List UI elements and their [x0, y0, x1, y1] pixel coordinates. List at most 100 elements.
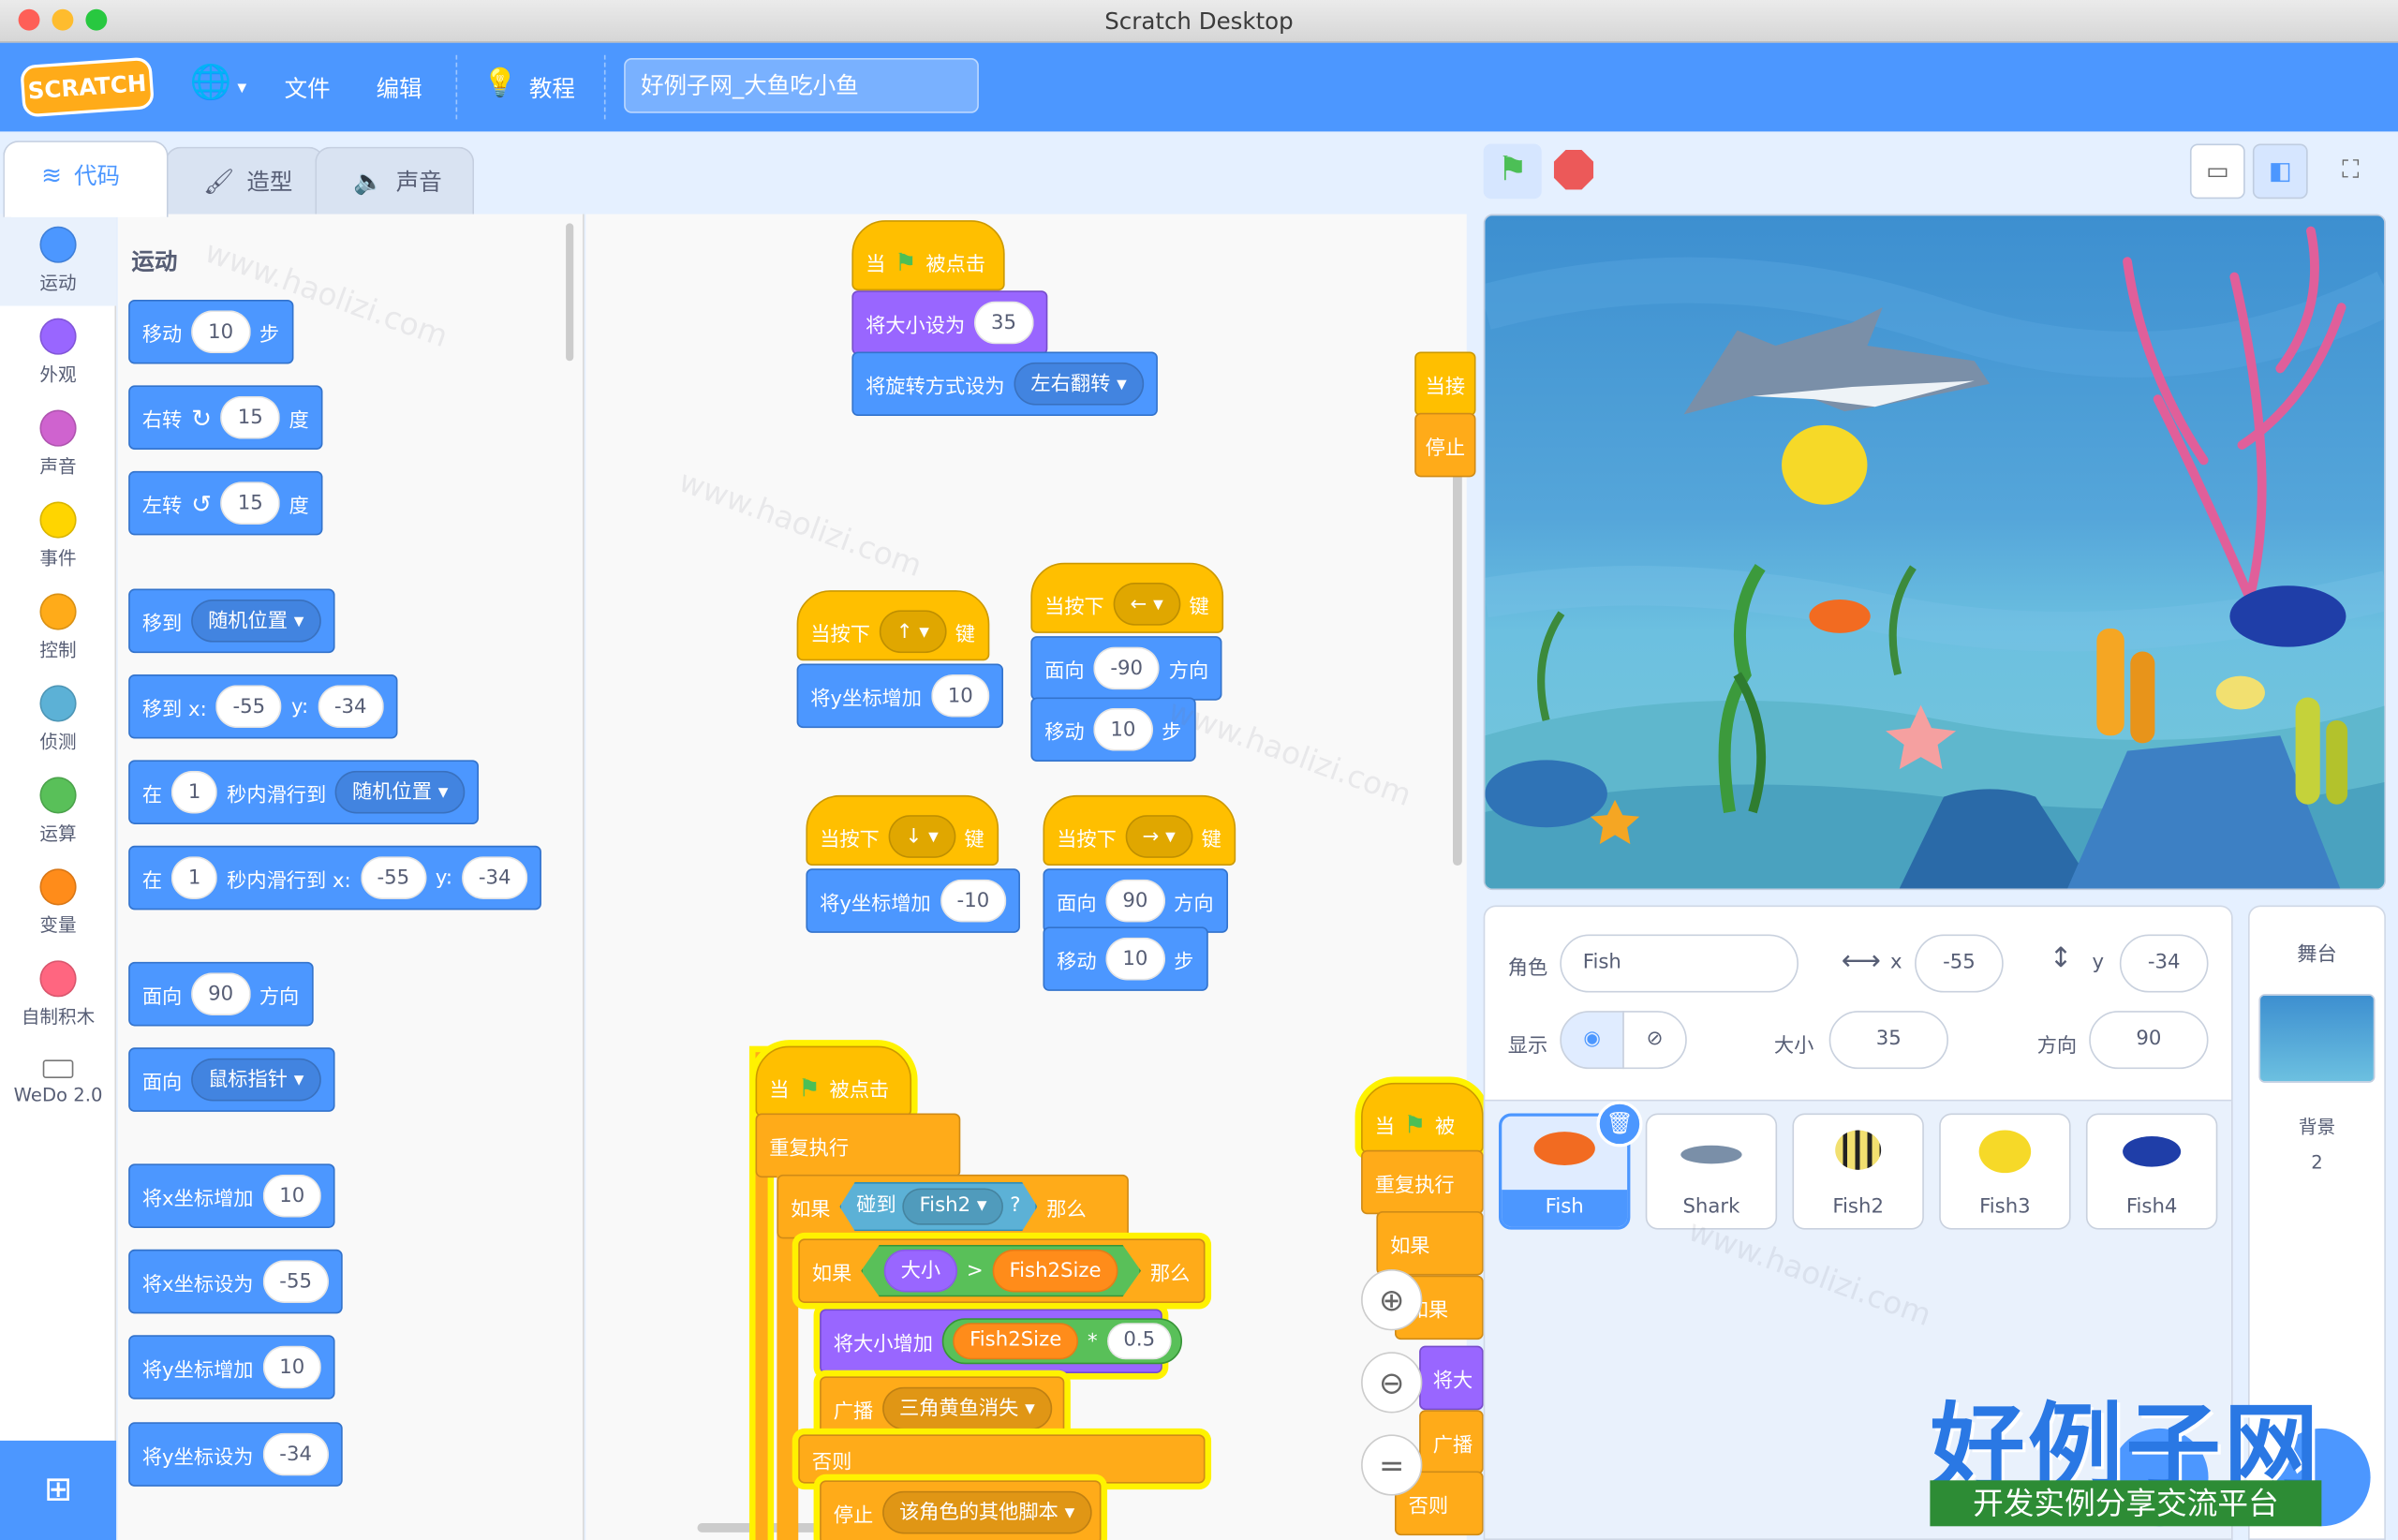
sprite-name-input[interactable]: Fish	[1560, 934, 1798, 993]
show-label: 显示	[1507, 1035, 1548, 1059]
block-set-x[interactable]: 将x坐标设为 -55	[128, 1249, 343, 1314]
category-wedo[interactable]: WeDo 2.0	[0, 1047, 116, 1139]
when-down-key-pressed-hat[interactable]: 当按下↓键	[806, 794, 999, 866]
category-control[interactable]: 控制	[0, 581, 116, 673]
sprite-tile-fish3[interactable]: Fish3	[1939, 1113, 2071, 1230]
tab-code[interactable]: ≋ 代码	[3, 141, 169, 217]
blue-tang-sprite	[2229, 585, 2346, 647]
category-events[interactable]: 事件	[0, 489, 116, 581]
when-flag-clicked-hat[interactable]: 当 ⚑ 被点击	[851, 220, 1005, 291]
menu-edit[interactable]: 编辑	[377, 72, 422, 104]
sprite-direction-input[interactable]: 90	[2089, 1011, 2209, 1070]
category-looks[interactable]: 外观	[0, 306, 116, 398]
sprite-x-input[interactable]: -55	[1915, 934, 2004, 993]
trash-icon: 🗑	[1606, 1111, 1634, 1136]
block-point-towards[interactable]: 面向 鼠标指针	[128, 1047, 335, 1112]
yellow-tang-sprite	[1782, 424, 1868, 505]
block-move-right[interactable]: 移动 10 步	[1043, 926, 1208, 991]
block-change-y-down[interactable]: 将y坐标增加 -10	[806, 868, 1020, 933]
stop-button[interactable]	[1553, 149, 1594, 190]
size-label: 大小	[1773, 1035, 1814, 1059]
block-set-size-2[interactable]: 将大	[1419, 1345, 1484, 1411]
block-if-touching[interactable]: 如果碰到 Fish2 ?那么	[777, 1174, 1129, 1239]
show-sprite-button[interactable]: ◉	[1560, 1011, 1624, 1070]
sprite-size-input[interactable]: 35	[1828, 1011, 1948, 1070]
when-flag-clicked-hat-2[interactable]: 当 ⚑ 被点击	[755, 1045, 912, 1117]
block-broadcast[interactable]: 广播 三角黄鱼消失	[820, 1376, 1065, 1441]
when-up-key-pressed-hat[interactable]: 当按下↑键	[796, 590, 989, 661]
stage-canvas[interactable]	[1483, 214, 2386, 891]
block-set-rotation-style[interactable]: 将旋转方式设为 左右翻转	[851, 351, 1158, 417]
rotate-counterclockwise-icon: ↺	[191, 488, 212, 518]
block-stop[interactable]: 停止 该角色的其他脚本	[820, 1480, 1102, 1540]
language-globe-icon[interactable]: 🌐 ▾	[189, 65, 246, 103]
palette-scrollbar[interactable]	[566, 223, 574, 362]
zoom-reset-button[interactable]: =	[1361, 1434, 1423, 1496]
category-sound[interactable]: 声音	[0, 397, 116, 489]
block-if-2[interactable]: 如果	[1376, 1210, 1484, 1276]
sprite-tile-fish2[interactable]: Fish2	[1792, 1113, 1924, 1230]
delete-sprite-button[interactable]: 🗑	[1596, 1101, 1643, 1148]
x-label: x	[1889, 951, 1902, 974]
partial-hat-block[interactable]: 当接	[1414, 351, 1476, 417]
when-flag-clicked-hat-3[interactable]: 当 ⚑ 被	[1361, 1082, 1484, 1153]
sprite-tile-fish4[interactable]: Fish4	[2085, 1113, 2218, 1230]
block-turn-right[interactable]: 右转 ↻ 15 度	[128, 385, 323, 450]
block-glide-xy[interactable]: 在 1 秒内滑行到 x: -55 y: -34	[128, 845, 542, 911]
block-goto[interactable]: 移到 随机位置	[128, 588, 335, 654]
block-goto-xy[interactable]: 移到 x: -55 y: -34	[128, 674, 398, 739]
partial-stop-block[interactable]: 停止	[1414, 412, 1476, 478]
when-right-key-pressed-hat[interactable]: 当按下→键	[1043, 794, 1236, 866]
when-left-key-pressed-hat[interactable]: 当按下←键	[1030, 562, 1223, 633]
block-point-left[interactable]: 面向 -90 方向	[1030, 636, 1222, 701]
block-else[interactable]: 否则	[798, 1434, 1206, 1484]
block-change-x[interactable]: 将x坐标增加 10	[128, 1163, 335, 1228]
block-change-size-by[interactable]: 将大小增加 Fish2Size * 0.5	[820, 1309, 1183, 1374]
large-stage-button[interactable]: ◧	[2252, 143, 2308, 200]
block-turn-left[interactable]: 左转 ↺ 15 度	[128, 470, 323, 536]
eye-slash-icon: ⊘	[1646, 1028, 1664, 1051]
tab-sounds[interactable]: 🔈 声音	[315, 146, 475, 217]
backdrops-count: 2	[2311, 1151, 2323, 1174]
green-flag-button[interactable]: ⚑	[1483, 143, 1542, 200]
block-broadcast-2[interactable]: 广播	[1419, 1410, 1484, 1474]
scratch-logo[interactable]: SCRATCH	[20, 56, 155, 118]
fullscreen-button[interactable]: ⛶	[2323, 143, 2378, 199]
hide-sprite-button[interactable]: ⊘	[1622, 1011, 1687, 1070]
sprite-name-label: 角色	[1507, 956, 1548, 981]
lightbulb-icon[interactable]: 💡	[483, 67, 518, 99]
stage-title: 舞台	[2297, 943, 2337, 967]
block-forever-2[interactable]: 重复执行	[1361, 1149, 1484, 1215]
block-change-y[interactable]: 将y坐标增加 10	[128, 1335, 335, 1399]
green-flag-icon: ⚑	[895, 246, 917, 276]
window-titlebar: Scratch Desktop	[0, 0, 2398, 43]
block-if-size-greater[interactable]: 如果 大小 > Fish2Size 那么	[798, 1238, 1206, 1303]
category-sensing[interactable]: 侦测	[0, 673, 116, 764]
zoom-in-button[interactable]: ⊕	[1361, 1269, 1423, 1331]
sprite-tile-shark[interactable]: Shark	[1645, 1113, 1778, 1230]
small-stage-button[interactable]: ▭	[2189, 143, 2245, 200]
menu-tutorials[interactable]: 教程	[529, 72, 575, 104]
menu-file[interactable]: 文件	[285, 72, 331, 104]
zoom-reset-icon: =	[1379, 1446, 1405, 1484]
block-set-y[interactable]: 将y坐标设为 -34	[128, 1422, 343, 1487]
fish-thumbnail	[1533, 1132, 1595, 1166]
add-extension-button[interactable]: ⊞	[0, 1440, 117, 1540]
category-motion[interactable]: 运动	[0, 214, 117, 306]
tab-costumes[interactable]: 🖌 造型	[165, 146, 325, 217]
block-glide-to[interactable]: 在 1 秒内滑行到 随机位置	[128, 760, 480, 824]
sprite-y-input[interactable]: -34	[2119, 934, 2209, 993]
stage-thumbnail	[2258, 994, 2376, 1083]
category-operators[interactable]: 运算	[0, 764, 116, 856]
project-title-input[interactable]: 好例子网_大鱼吃小鱼	[624, 58, 979, 113]
block-change-y-up[interactable]: 将y坐标增加 10	[796, 663, 1004, 729]
block-point-direction[interactable]: 面向 90 方向	[128, 961, 314, 1027]
block-set-size[interactable]: 将大小设为 35	[851, 290, 1047, 355]
block-move-steps[interactable]: 移动 10 步	[128, 299, 293, 364]
category-my-blocks[interactable]: 自制积木	[0, 948, 116, 1040]
zoom-out-button[interactable]: ⊖	[1361, 1352, 1423, 1414]
category-variables[interactable]: 变量	[0, 856, 116, 948]
script-area-vscrollbar[interactable]	[1453, 437, 1462, 866]
block-forever[interactable]: 重复执行	[755, 1113, 961, 1178]
block-point-right[interactable]: 面向 90 方向	[1043, 868, 1228, 933]
